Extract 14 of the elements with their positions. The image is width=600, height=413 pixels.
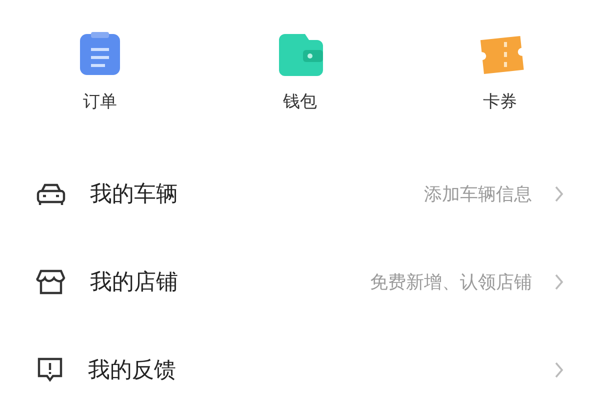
menu-row[interactable]: 我的店铺 免费新增、认领店铺: [0, 238, 600, 326]
shortcut-button[interactable]: 卡券: [400, 32, 600, 150]
wallet-icon: [277, 32, 323, 76]
chevron-right-icon: [554, 273, 564, 291]
feedback-icon: [36, 357, 64, 383]
menu-row[interactable]: 我的车辆 添加车辆信息: [0, 150, 600, 238]
shortcut-button[interactable]: 钱包: [200, 32, 400, 150]
document-icon: [79, 32, 121, 76]
chevron-right-icon: [554, 361, 564, 379]
shortcut-button[interactable]: 订单: [0, 32, 200, 150]
chevron-right-icon: [554, 185, 564, 203]
menu-row[interactable]: 我的反馈: [0, 326, 600, 413]
car-icon: [36, 182, 66, 206]
store-icon: [36, 269, 66, 295]
